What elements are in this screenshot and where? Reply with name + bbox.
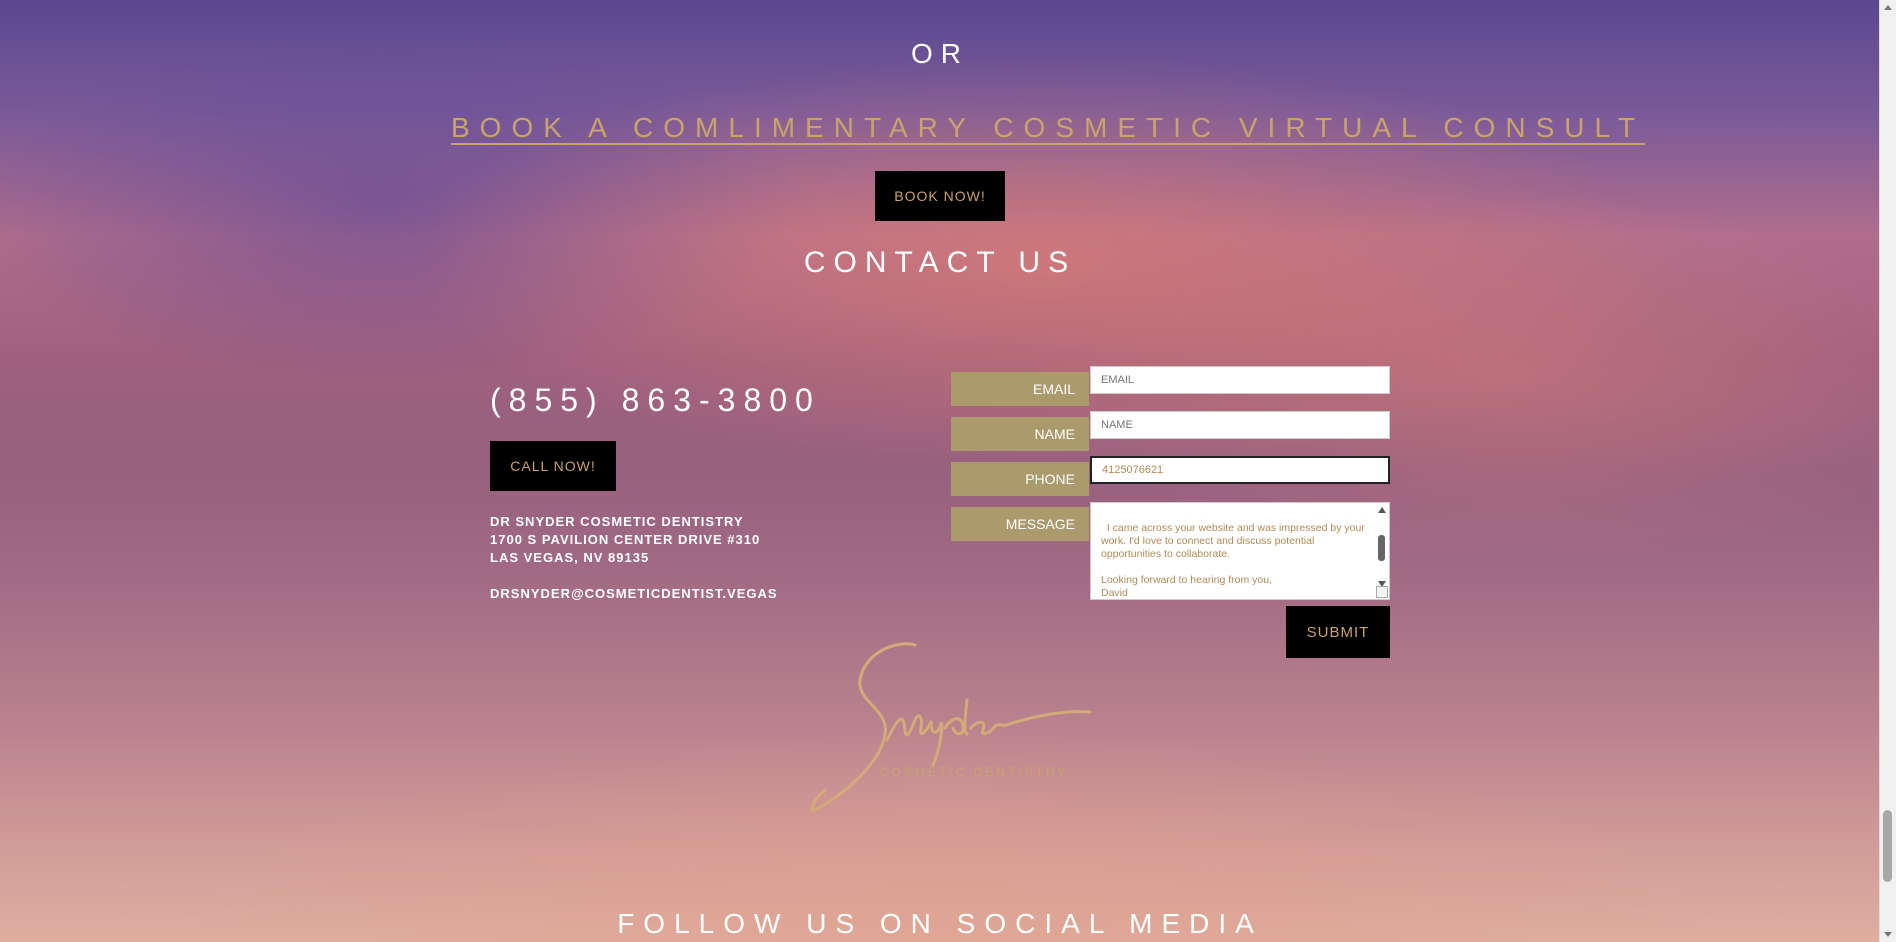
phone-number: (855) 863-3800: [490, 382, 821, 418]
practice-address: DR SNYDER COSMETIC DENTISTRY 1700 S PAVI…: [490, 513, 778, 603]
address-line-name: DR SNYDER COSMETIC DENTISTRY: [490, 514, 744, 529]
email-field[interactable]: [1090, 366, 1390, 394]
book-now-button[interactable]: BOOK NOW!: [875, 171, 1005, 221]
message-label: MESSAGE: [951, 507, 1089, 541]
email-label: EMAIL: [951, 372, 1089, 406]
call-now-button[interactable]: CALL NOW!: [490, 441, 616, 491]
page-scroll-thumb[interactable]: [1883, 810, 1892, 882]
scroll-down-arrow-icon[interactable]: [1884, 932, 1892, 937]
name-field[interactable]: [1090, 411, 1390, 439]
message-text: I came across your website and was impre…: [1101, 522, 1365, 599]
snyder-logo: [810, 642, 1092, 812]
logo-subtitle: COSMETIC DENTISTRY: [880, 765, 1069, 779]
follow-us-heading: FOLLOW US ON SOCIAL MEDIA: [617, 908, 1263, 939]
or-divider-text: OR: [911, 38, 969, 69]
message-scroll-thumb[interactable]: [1378, 535, 1385, 561]
practice-email-link[interactable]: DRSNYDER@COSMETICDENTIST.VEGAS: [490, 585, 778, 603]
message-textarea[interactable]: I came across your website and was impre…: [1090, 502, 1390, 600]
address-line-city: LAS VEGAS, NV 89135: [490, 550, 650, 565]
scroll-up-arrow-icon[interactable]: [1884, 5, 1892, 10]
submit-button[interactable]: SUBMIT: [1286, 606, 1390, 658]
message-scrollbar[interactable]: [1377, 507, 1387, 593]
resize-grip-icon[interactable]: [1376, 586, 1388, 598]
phone-field[interactable]: [1090, 456, 1390, 484]
book-consult-link[interactable]: BOOK A COMLIMENTARY COSMETIC VIRTUAL CON…: [451, 112, 1635, 144]
name-label: NAME: [951, 417, 1089, 451]
phone-label: PHONE: [951, 462, 1089, 496]
address-line-street: 1700 S PAVILION CENTER DRIVE #310: [490, 532, 761, 547]
scroll-up-icon[interactable]: [1378, 507, 1386, 513]
contact-us-heading: CONTACT US: [803, 246, 1077, 279]
page-scrollbar[interactable]: [1879, 0, 1896, 942]
